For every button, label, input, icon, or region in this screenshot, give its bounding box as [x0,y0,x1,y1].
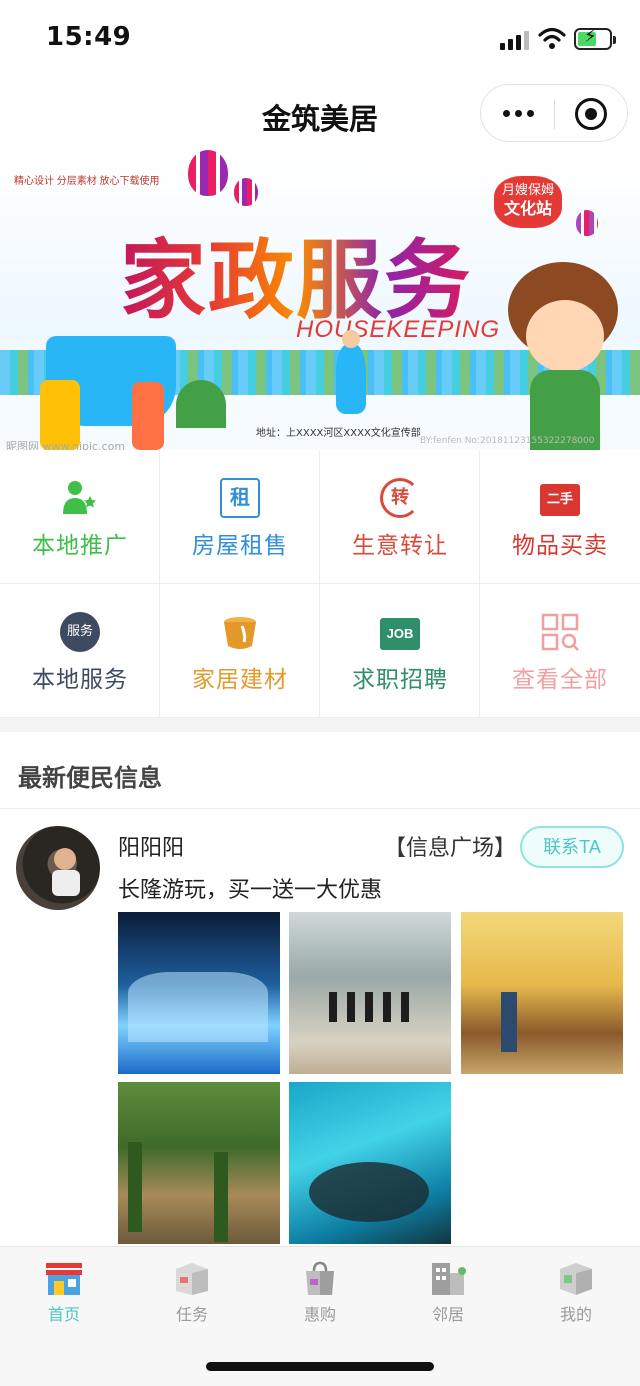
category-secondhand[interactable]: 二手 物品买卖 [480,450,640,584]
transfer-icon: 转 [380,478,420,518]
category-label: 房屋租售 [192,533,288,559]
category-home-building[interactable]: 家居建材 [160,584,320,718]
mini-program-capsule [480,84,628,142]
transfer-icon-text: 转 [391,487,409,508]
paint-bucket-icon [224,617,256,649]
category-label: 本地服务 [32,667,128,693]
secondhand-icon-text: 二手 [546,492,573,507]
status-bar: 15:49 ⚡ [0,0,640,80]
rent-icon: 租 [220,478,260,518]
category-business-transfer[interactable]: 转 生意转让 [320,450,480,584]
balloon-icon [234,178,258,206]
tab-neighbor[interactable]: 邻居 [384,1257,512,1327]
dustpan-illustration [176,380,226,428]
category-local-promotion[interactable]: 本地推广 [0,450,160,584]
job-icon-text: JOB [386,626,414,641]
task-box-icon [176,1263,208,1295]
tab-shop[interactable]: 惠购 [256,1257,384,1327]
category-local-service[interactable]: 服务 本地服务 [0,584,160,718]
category-grid: 本地推广 租 房屋租售 转 生意转让 二手 物品买卖 服务 本地服务 家居建材 [0,450,640,718]
cleaner-illustration [336,330,366,414]
spray-bottle-illustration [132,382,164,450]
tab-label: 我的 [559,1305,592,1324]
banner-watermark-left: 昵图网 www.nipic.com [6,440,126,450]
close-target-icon[interactable] [575,98,607,130]
battery-icon: ⚡ [574,26,616,50]
tab-label: 任务 [175,1305,208,1324]
post-photo[interactable] [289,912,451,1074]
balloon-icon [576,210,598,236]
post-photo[interactable] [118,912,280,1074]
category-label: 本地推广 [32,533,128,559]
category-label: 查看全部 [512,667,608,693]
tab-task[interactable]: 任务 [128,1257,256,1327]
home-store-icon [46,1263,82,1295]
promote-icon [63,481,96,514]
category-house-rent[interactable]: 租 房屋租售 [160,450,320,584]
category-label: 家居建材 [192,667,288,693]
category-label: 求职招聘 [352,667,448,693]
banner-watermark-right: BY:fenfen No:20181123155322278000 [420,436,595,446]
secondhand-icon: 二手 [540,484,580,516]
section-gap [0,718,640,732]
post-photo[interactable] [118,1082,280,1244]
cartoon-boy-illustration [508,262,618,450]
view-all-icon [541,613,579,651]
nav-bar: 金筑美居 [0,80,640,150]
tab-mine[interactable]: 我的 [512,1257,640,1327]
tab-label: 邻居 [431,1305,464,1324]
category-jobs[interactable]: JOB 求职招聘 [320,584,480,718]
tab-label: 首页 [47,1305,80,1324]
contact-button[interactable]: 联系TA [520,826,624,868]
badge-line-2: 文化站 [503,199,552,218]
banner-english: HOUSEKEEPING [296,316,501,343]
post-text: 长隆游玩，买一送一大优惠 [118,878,383,903]
tab-label: 惠购 [303,1305,336,1324]
neighbor-building-icon [432,1263,466,1295]
wifi-icon [538,27,566,49]
banner-address: 地址：上XXXX河区XXXX文化宣传部 [256,428,421,439]
capsule-divider [554,99,555,129]
post-category-tag: 【信息广场】 [384,836,517,861]
category-label: 生意转让 [352,533,448,559]
profile-cube-icon [560,1263,592,1295]
section-divider [0,808,640,809]
job-icon: JOB [380,618,420,650]
shopping-bag-icon [306,1261,334,1295]
category-label: 物品买卖 [512,533,608,559]
banner-badge: 月嫂保姆 文化站 [494,176,562,228]
post-photo[interactable] [289,1082,451,1244]
service-icon-text: 服务 [66,624,93,639]
banner[interactable]: 精心设计 分层素材 放心下载使用 月嫂保姆 文化站 家政服务 HOUSEKEEPI… [0,150,640,450]
banner-top-note: 精心设计 分层素材 放心下载使用 [14,176,160,187]
post-username: 阳阳阳 [118,836,185,861]
tab-home[interactable]: 首页 [0,1257,128,1327]
home-indicator [206,1362,434,1371]
service-icon: 服务 [60,612,100,652]
more-icon[interactable] [481,85,555,141]
signal-icon [500,30,532,50]
status-time: 15:49 [46,22,132,52]
post-photo[interactable] [461,912,623,1074]
balloon-icon [188,150,228,196]
category-view-all[interactable]: 查看全部 [480,584,640,718]
avatar[interactable] [16,826,100,910]
badge-line-1: 月嫂保姆 [501,183,554,198]
section-title: 最新便民信息 [18,764,162,792]
rent-icon-text: 租 [230,485,250,509]
